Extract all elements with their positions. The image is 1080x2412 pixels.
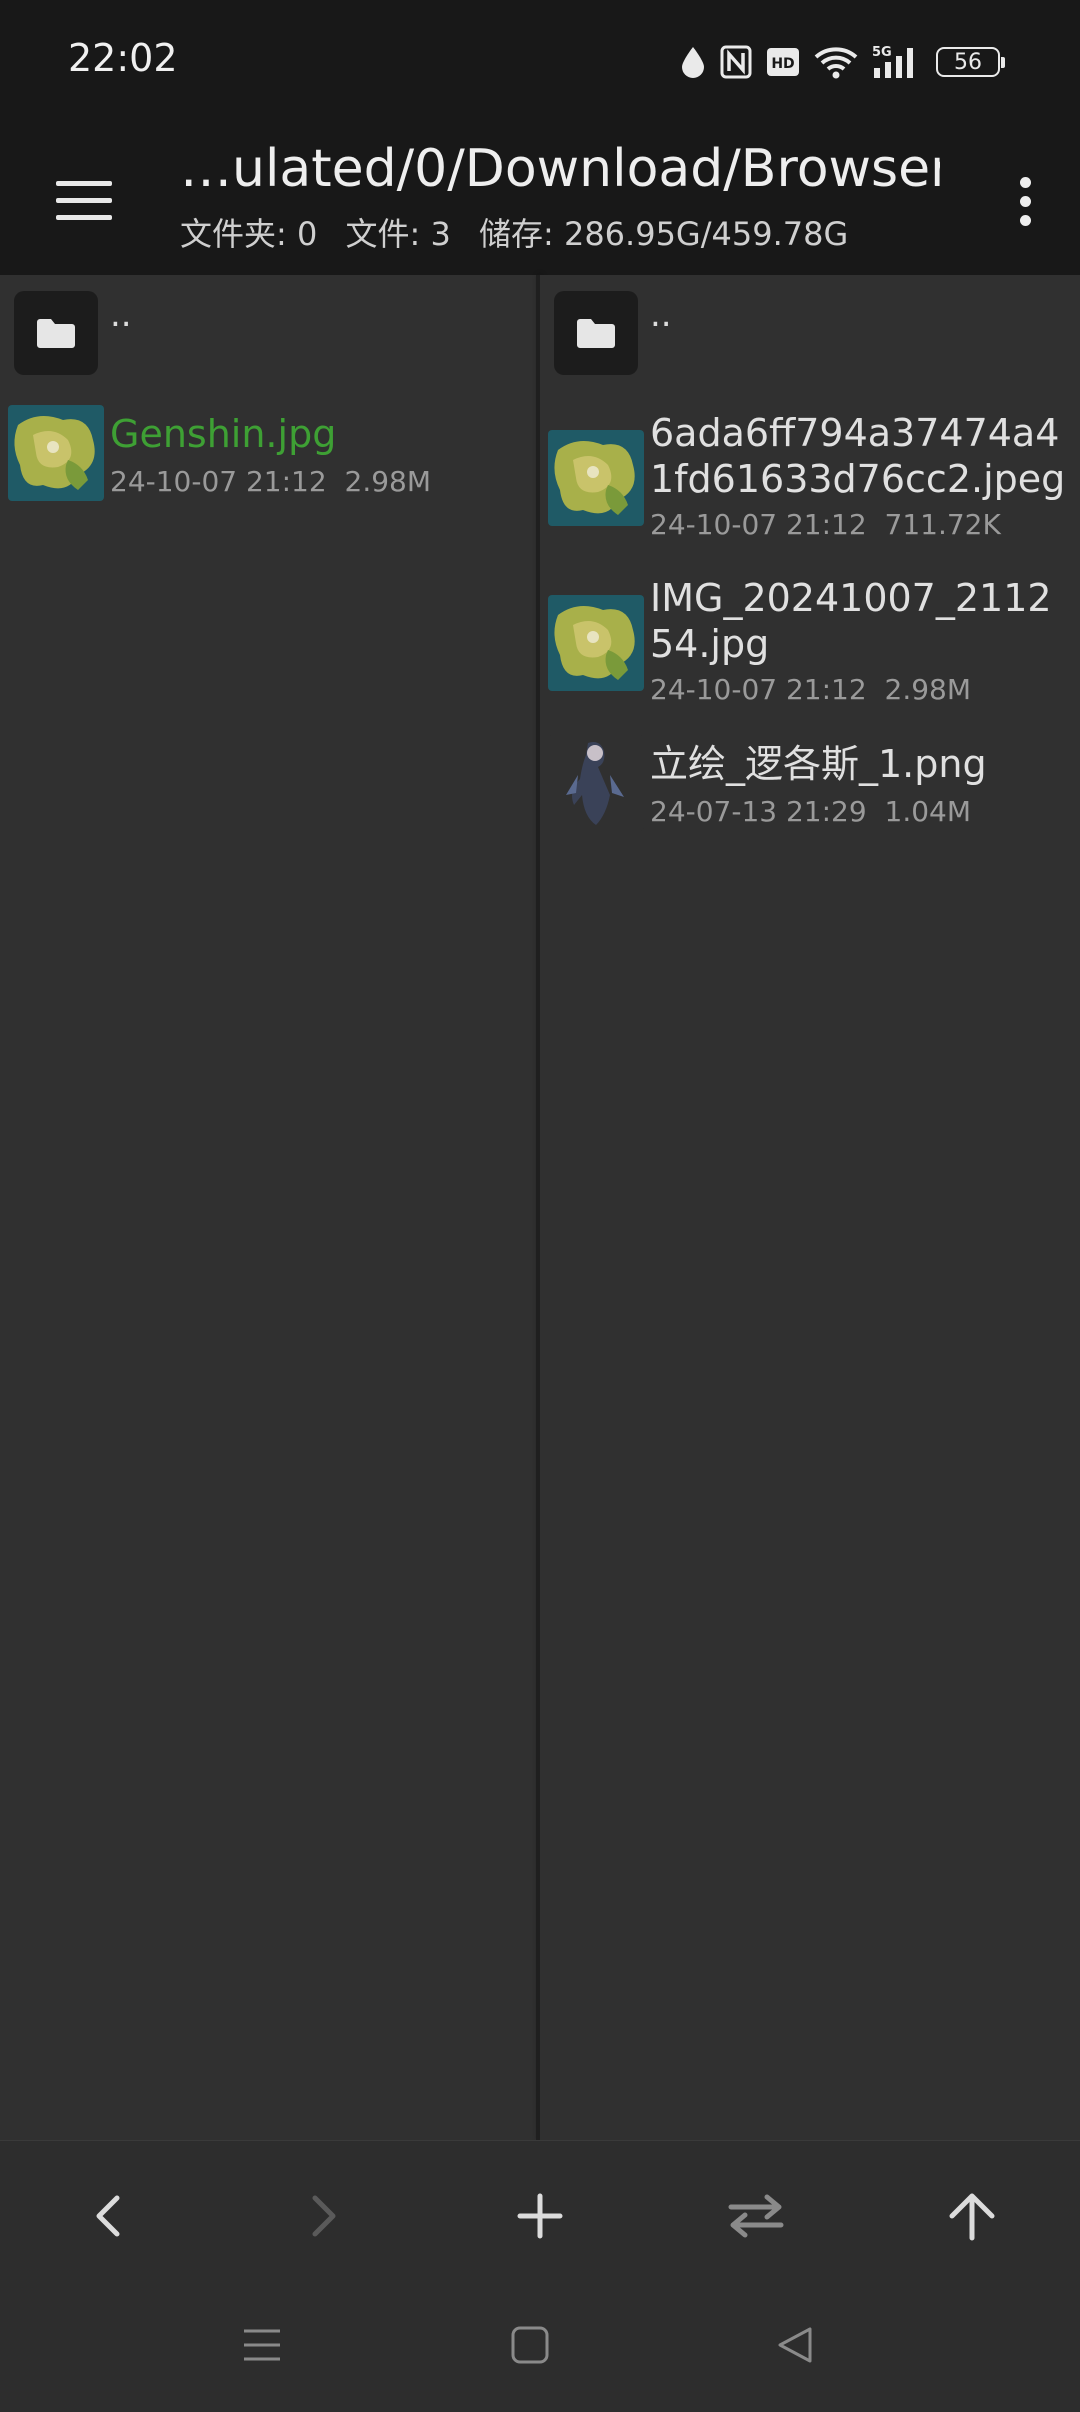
swap-icon [728, 2194, 784, 2238]
map-thumbnail [8, 405, 104, 501]
up-icon [949, 2193, 995, 2241]
wifi-icon [814, 47, 858, 79]
home-button[interactable] [490, 2310, 570, 2380]
status-bar: 22:02 HD 5G 56 [0, 0, 1080, 125]
file-item[interactable]: IMG_20241007_211254.jpg 24-10-07 21:12 2… [540, 575, 1080, 725]
file-size: 711.72K [884, 508, 1001, 541]
file-name: 6ada6ff794a37474a41fd61633d76cc2.jpeg [650, 411, 1066, 501]
file-item[interactable]: 6ada6ff794a37474a41fd61633d76cc2.jpeg 24… [540, 410, 1080, 560]
file-size: 2.98M [884, 673, 972, 706]
recents-icon [244, 2329, 280, 2361]
swap-panes-button[interactable] [716, 2181, 796, 2251]
nfc-icon [720, 45, 752, 79]
home-icon [511, 2326, 549, 2364]
file-meta: 24-10-07 21:12 2.98M [650, 673, 971, 706]
storage-info: 储存: 286.95G/459.78G [479, 215, 849, 253]
back-icon [96, 2195, 120, 2237]
toolbar: …ulated/0/Download/Browser/ 文件夹: 0 文件: 3… [0, 125, 1080, 275]
file-item[interactable]: 立绘_逻各斯_1.png 24-07-13 21:29 1.04M [540, 735, 1080, 845]
file-date: 24-07-13 21:29 [650, 795, 867, 828]
bottom-action-bar [0, 2140, 1080, 2281]
back-triangle-icon [778, 2327, 812, 2363]
parent-directory-label: .. [110, 295, 132, 335]
5g-signal-icon: 5G [872, 45, 913, 78]
file-name: IMG_20241007_211254.jpg [650, 576, 1052, 666]
file-name: Genshin.jpg [110, 412, 337, 456]
file-meta: 24-10-07 21:12 2.98M [110, 465, 431, 498]
file-name: 立绘_逻各斯_1.png [650, 742, 987, 786]
status-time: 22:02 [68, 36, 178, 80]
path-title[interactable]: …ulated/0/Download/Browser/ [180, 139, 940, 199]
left-pane[interactable]: .. Genshin.jpg 24-10-07 21:12 2.98M [0, 275, 536, 2140]
path-info: 文件夹: 0 文件: 3 储存: 286.95G/459.78G [180, 209, 866, 255]
file-date: 24-10-07 21:12 [110, 465, 327, 498]
dual-pane-container: .. Genshin.jpg 24-10-07 21:12 2.98M .. 6… [0, 275, 1080, 2140]
folder-icon [14, 291, 98, 375]
hd-icon: HD [767, 48, 799, 76]
battery-level: 56 [954, 49, 982, 75]
back-nav-button[interactable] [756, 2310, 836, 2380]
recents-button[interactable] [222, 2310, 302, 2380]
forward-button[interactable] [284, 2181, 364, 2251]
map-thumbnail [548, 430, 644, 526]
add-icon [517, 2193, 563, 2239]
file-count: 文件: 3 [345, 215, 451, 253]
folder-count: 文件夹: 0 [180, 215, 318, 253]
file-meta: 24-10-07 21:12 711.72K [650, 508, 1001, 541]
system-navigation-bar [0, 2280, 1080, 2412]
right-pane[interactable]: .. 6ada6ff794a37474a41fd61633d76cc2.jpeg… [540, 275, 1080, 2140]
hamburger-icon [56, 180, 112, 186]
more-options-button[interactable] [1000, 161, 1050, 241]
menu-button[interactable] [44, 165, 124, 235]
add-button[interactable] [500, 2181, 580, 2251]
svg-text:5G: 5G [872, 45, 892, 60]
back-button[interactable] [68, 2181, 148, 2251]
parent-directory-row[interactable]: .. [540, 291, 1080, 381]
file-date: 24-10-07 21:12 [650, 673, 867, 706]
up-directory-button[interactable] [932, 2181, 1012, 2251]
more-vert-icon [1019, 176, 1031, 188]
parent-directory-row[interactable]: .. [0, 291, 536, 381]
parent-directory-label: .. [650, 295, 672, 335]
character-thumbnail [548, 735, 644, 831]
file-item[interactable]: Genshin.jpg 24-10-07 21:12 2.98M [0, 405, 536, 515]
file-date: 24-10-07 21:12 [650, 508, 867, 541]
status-icons: HD 5G 56 [680, 38, 1005, 86]
svg-text:HD: HD [771, 56, 794, 72]
battery-icon: 56 [936, 47, 1005, 77]
file-size: 2.98M [344, 465, 432, 498]
drop-icon [682, 47, 704, 78]
folder-icon [554, 291, 638, 375]
map-thumbnail [548, 595, 644, 691]
forward-icon [312, 2195, 336, 2237]
file-size: 1.04M [884, 795, 972, 828]
file-meta: 24-07-13 21:29 1.04M [650, 795, 971, 828]
